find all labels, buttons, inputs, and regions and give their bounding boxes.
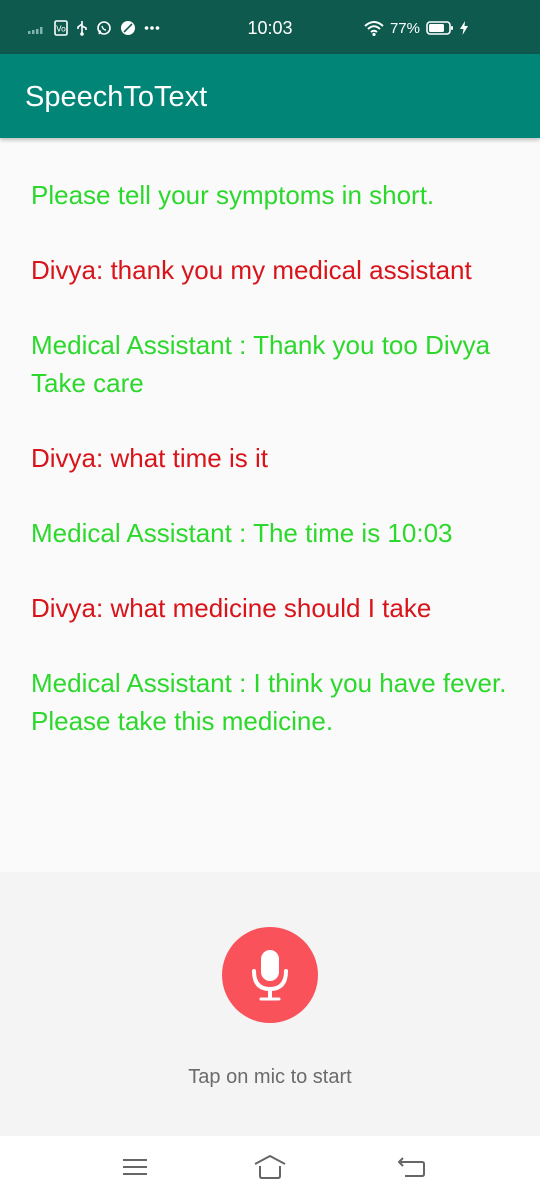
app-bar: SpeechToText: [0, 54, 540, 138]
mic-panel: Tap on mic to start: [0, 872, 540, 1136]
battery-icon: [426, 21, 453, 35]
tap-hint: Tap on mic to start: [188, 1066, 352, 1088]
user-message: Divya: thank you my medical assistant: [31, 255, 472, 285]
assistant-message: Medical Assistant : I think you have fev…: [31, 668, 507, 736]
menu-icon: [123, 1159, 147, 1175]
navigation-bar: [0, 1136, 540, 1200]
app-title: SpeechToText: [25, 81, 208, 113]
home-button[interactable]: [253, 1154, 287, 1180]
charging-icon: [460, 21, 468, 35]
back-icon: [398, 1157, 425, 1177]
mic-button[interactable]: [222, 927, 318, 1023]
status-right-icons: 77%: [364, 19, 468, 37]
wifi-icon: [364, 21, 384, 36]
back-button[interactable]: [395, 1154, 429, 1180]
microphone-icon: [252, 950, 288, 1001]
conversation-list: Please tell your symptoms in short. Divy…: [31, 176, 516, 777]
assistant-message: Please tell your symptoms in short.: [31, 180, 435, 210]
assistant-message: Medical Assistant : Thank you too Divya …: [31, 330, 491, 398]
home-icon: [254, 1155, 286, 1179]
status-bar: Vo 10:03 77%: [0, 0, 540, 54]
menu-button[interactable]: [118, 1154, 152, 1180]
user-message: Divya: what time is it: [31, 443, 268, 473]
battery-percent: 77%: [389, 19, 420, 37]
assistant-message: Medical Assistant : The time is 10:03: [31, 518, 453, 548]
user-message: Divya: what medicine should I take: [31, 593, 432, 623]
